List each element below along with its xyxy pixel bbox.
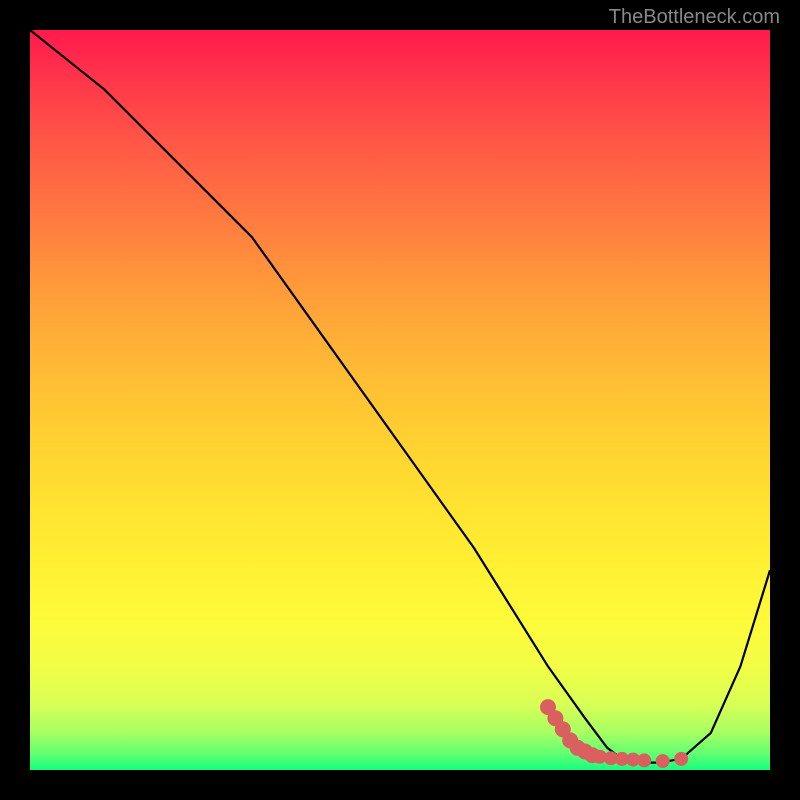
chart-overlay [30,30,770,770]
marker-dot [637,753,651,767]
marker-dot [674,752,688,766]
marker-dot [656,754,670,768]
plot-area [30,30,770,770]
chart-container: TheBottleneck.com [0,0,800,800]
highlight-markers [540,699,688,768]
watermark-text: TheBottleneck.com [609,6,780,29]
curve-line [30,30,770,763]
